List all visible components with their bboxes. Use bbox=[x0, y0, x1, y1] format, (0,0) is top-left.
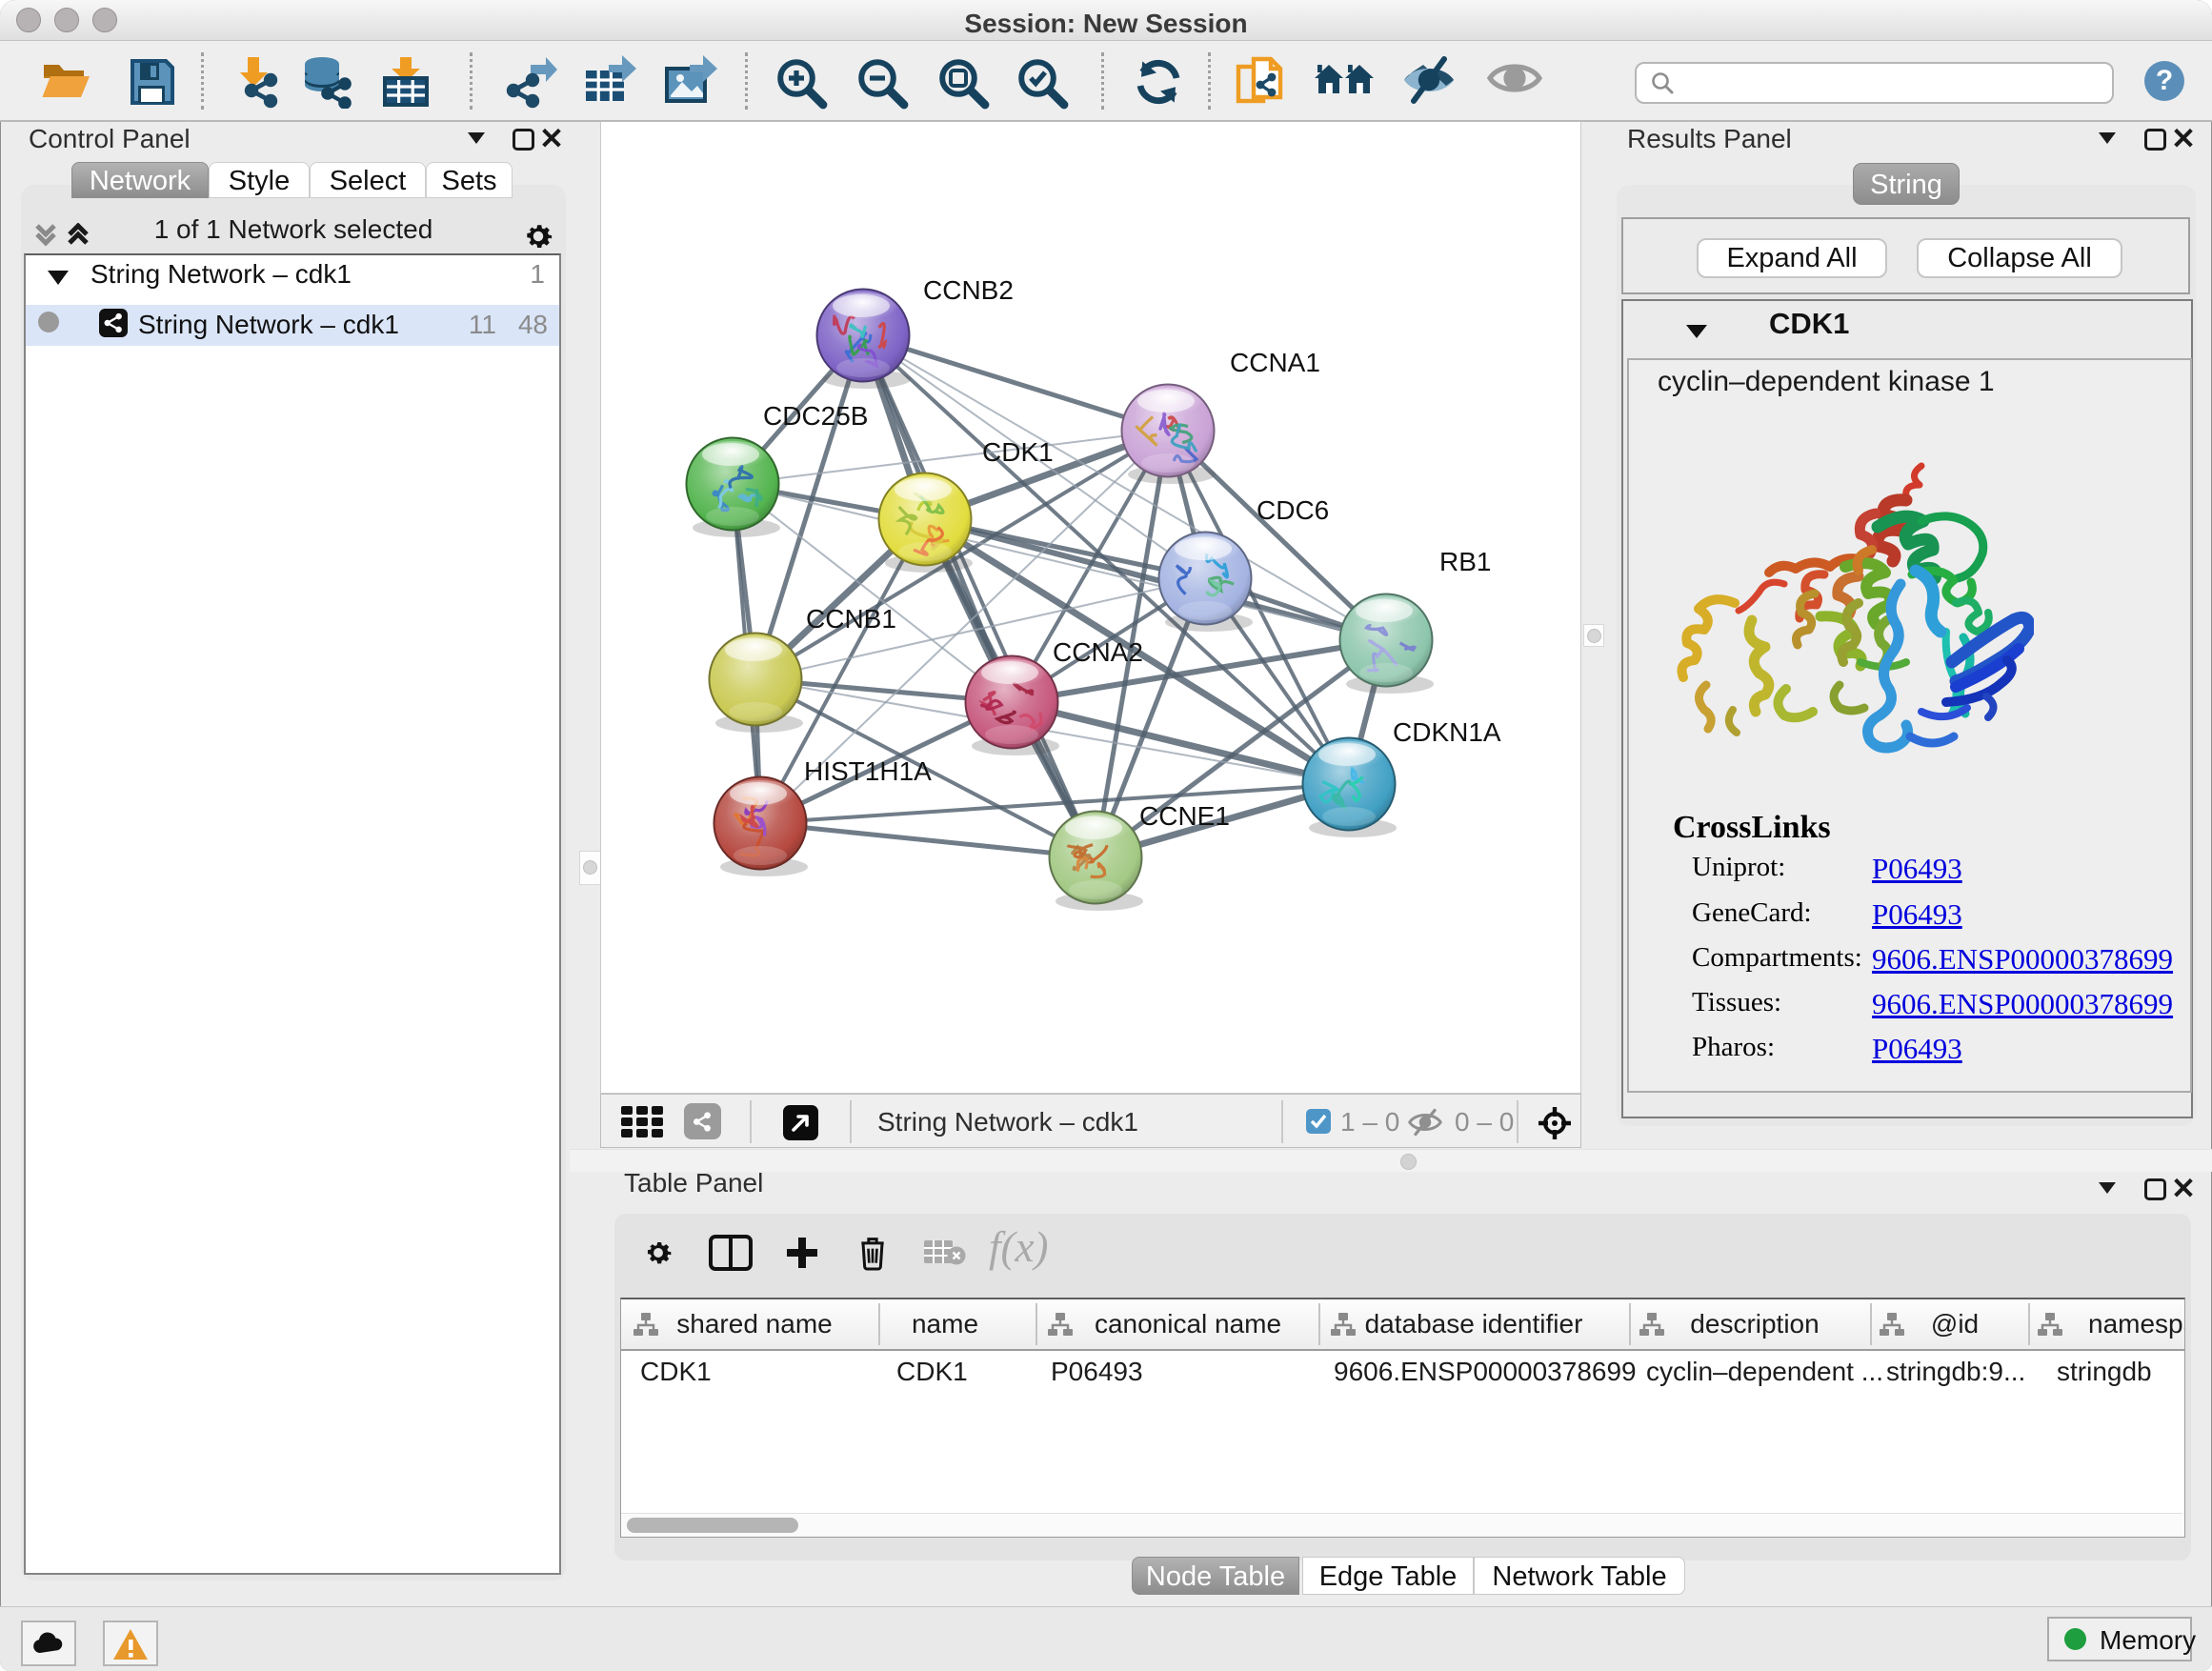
svg-text:CDC25B: CDC25B bbox=[763, 401, 868, 431]
svg-text:CCNA2: CCNA2 bbox=[1053, 637, 1143, 667]
svg-text:CCNB2: CCNB2 bbox=[923, 275, 1014, 305]
svg-text:CDK1: CDK1 bbox=[982, 437, 1054, 467]
svg-text:HIST1H1A: HIST1H1A bbox=[804, 756, 932, 786]
svg-text:CCNE1: CCNE1 bbox=[1139, 801, 1230, 831]
svg-text:CDC6: CDC6 bbox=[1257, 495, 1329, 525]
svg-text:CCNB1: CCNB1 bbox=[806, 604, 896, 634]
svg-text:RB1: RB1 bbox=[1439, 547, 1491, 576]
svg-text:CCNA1: CCNA1 bbox=[1230, 348, 1320, 377]
svg-text:CDKN1A: CDKN1A bbox=[1393, 717, 1501, 747]
